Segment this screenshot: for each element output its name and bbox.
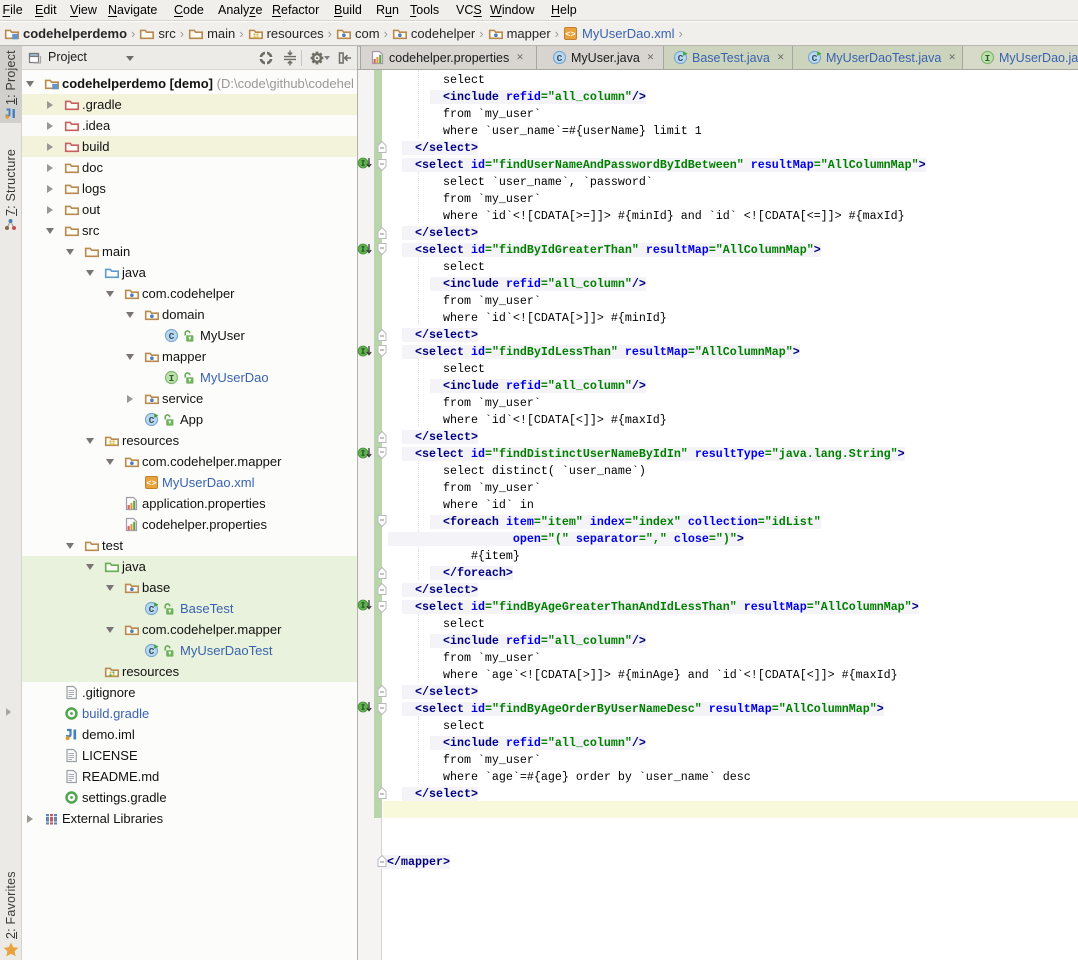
svg-text:I: I: [985, 53, 991, 64]
svg-text:<>: <>: [565, 30, 575, 40]
svg-text:C: C: [678, 53, 684, 64]
svg-text:C: C: [149, 604, 155, 615]
svg-text:C: C: [557, 53, 563, 64]
svg-text:C: C: [812, 53, 818, 64]
svg-text:C: C: [169, 331, 175, 342]
svg-text:<>: <>: [146, 479, 156, 489]
svg-text:I: I: [169, 373, 175, 384]
svg-text:C: C: [149, 415, 155, 426]
svg-text:C: C: [149, 646, 155, 657]
